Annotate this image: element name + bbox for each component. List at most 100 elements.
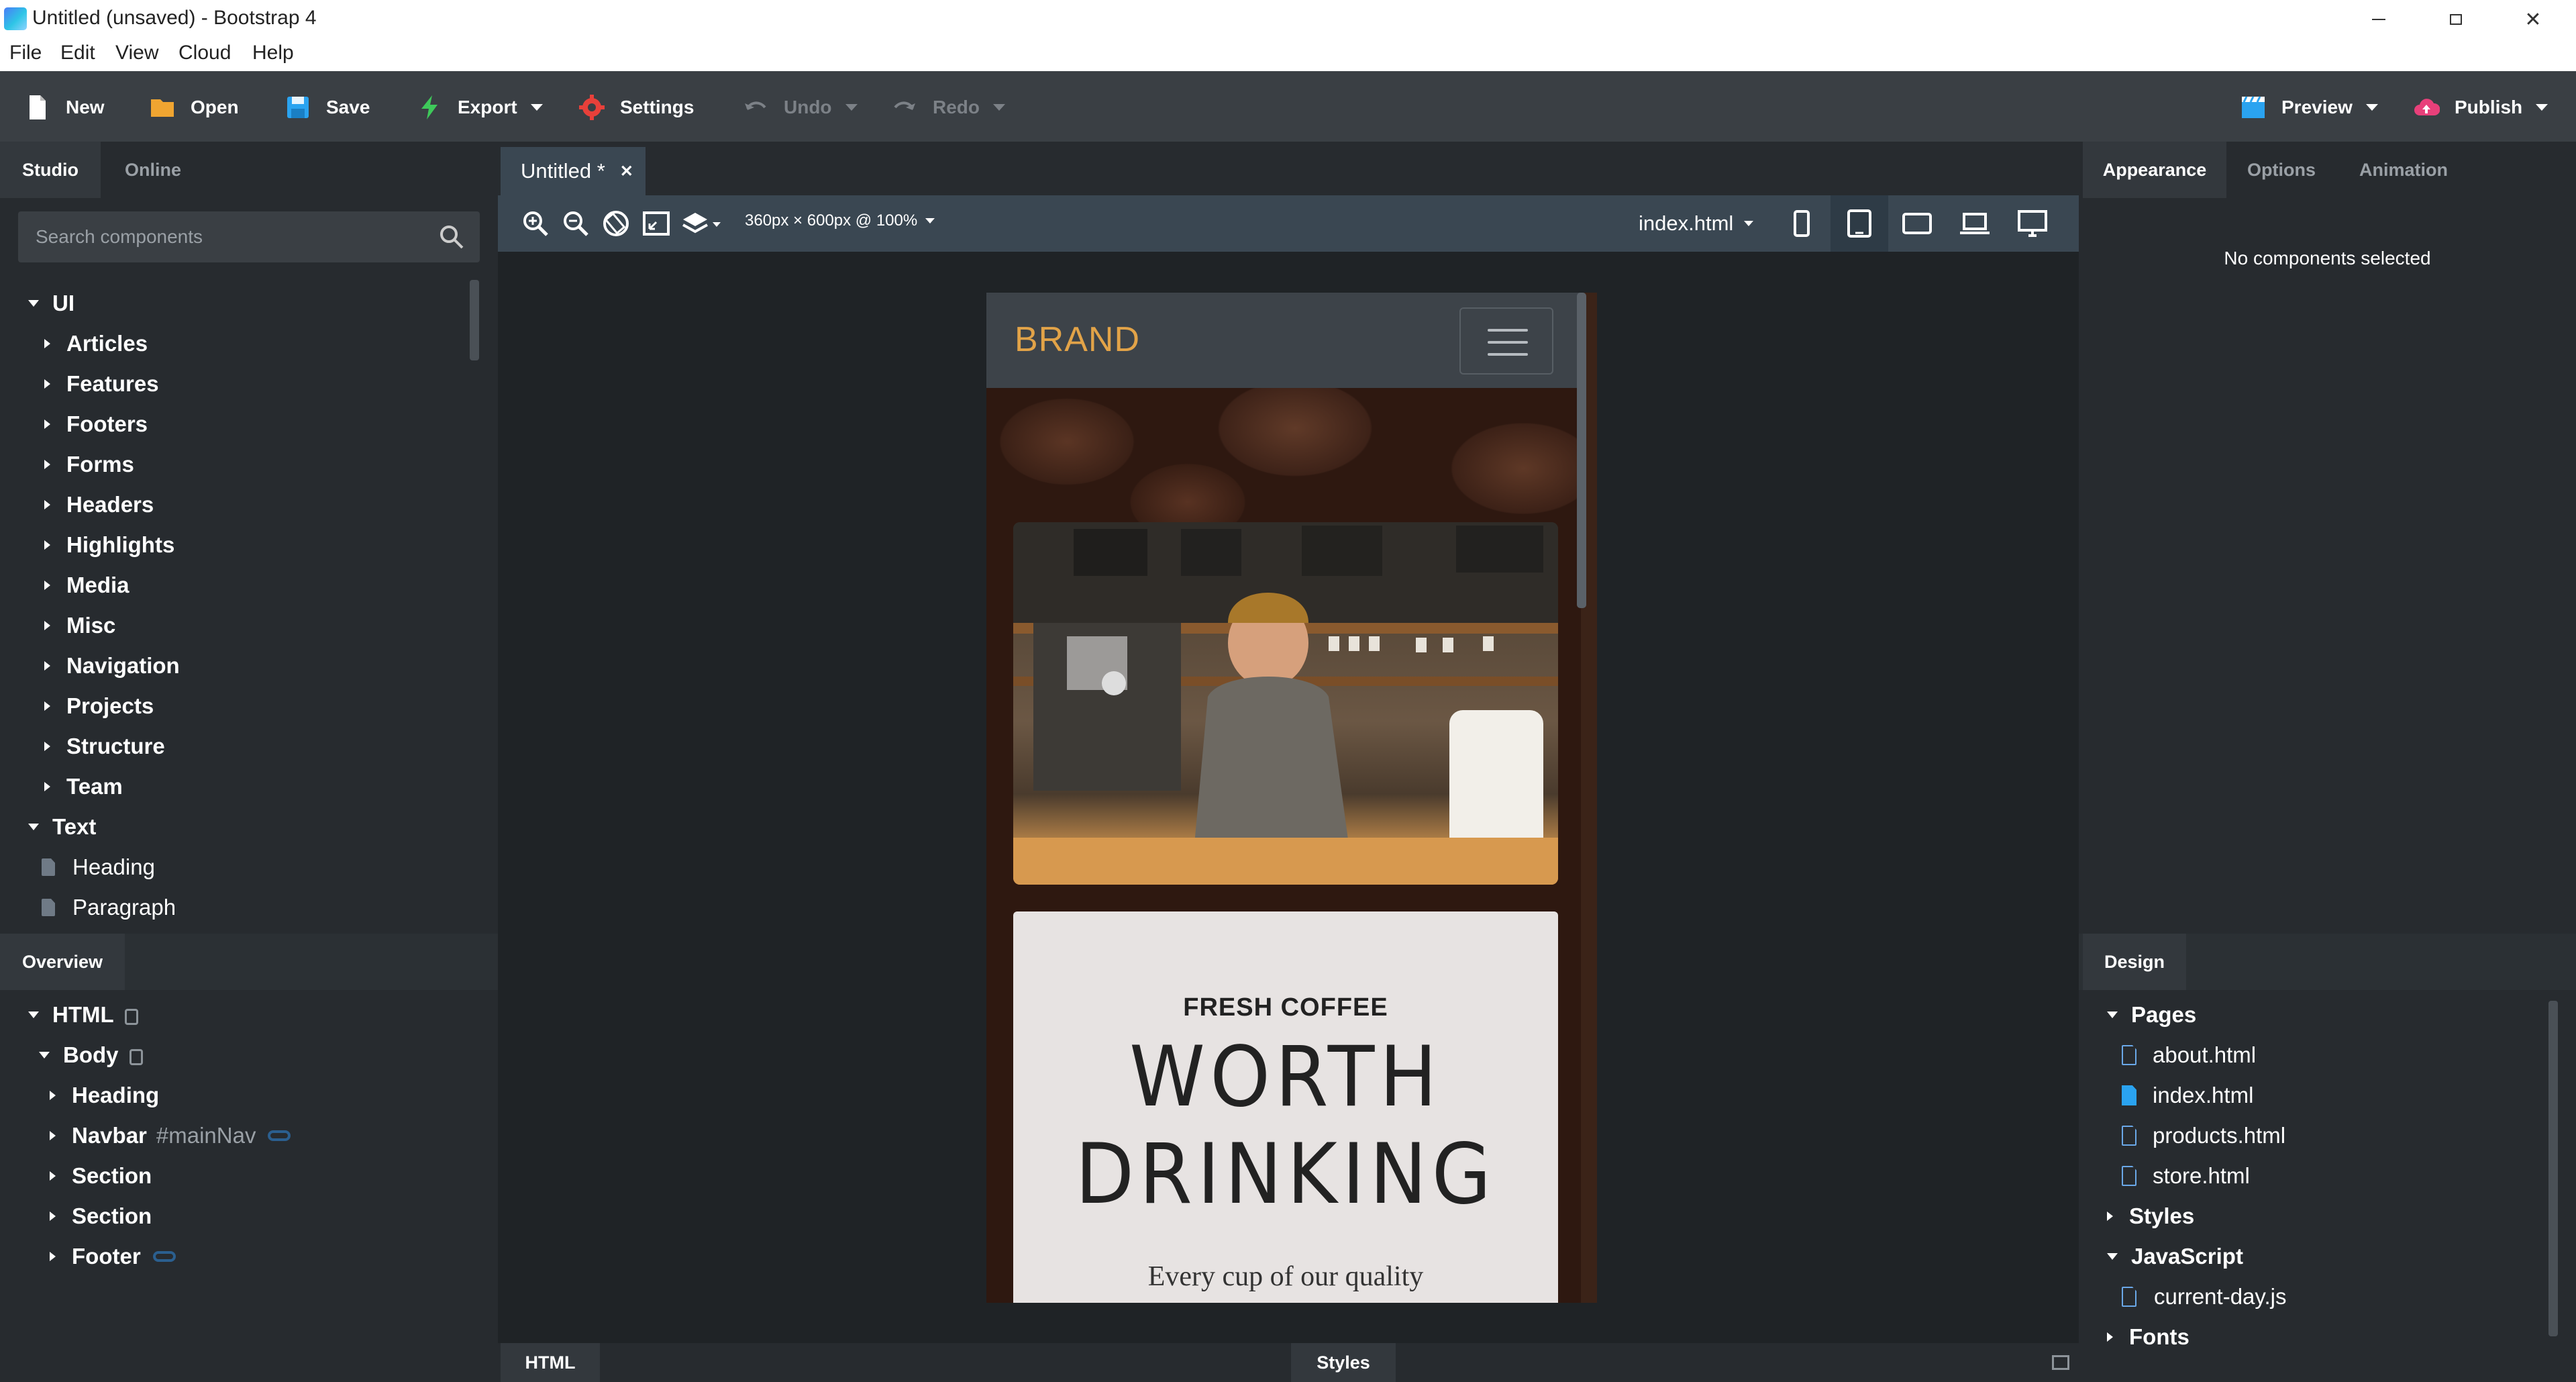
document-tabs: Untitled * ✕ [498, 142, 2079, 195]
category-articles[interactable]: Articles [44, 331, 148, 356]
device-tablet-button[interactable] [1831, 195, 1888, 252]
restore-button[interactable] [2419, 0, 2493, 39]
canvas-size-select[interactable]: 360px × 600px @ 100% [745, 211, 935, 230]
caret-right-icon [44, 742, 50, 751]
redo-button[interactable]: Redo [891, 89, 1005, 126]
design-pages[interactable]: Pages [2107, 1002, 2196, 1028]
page-file-icon [2122, 1126, 2136, 1146]
tab-untitled[interactable]: Untitled * ✕ [501, 147, 646, 195]
category-navigation[interactable]: Navigation [44, 653, 180, 679]
menu-file[interactable]: File [9, 42, 42, 64]
maximize-panel-icon[interactable] [2052, 1355, 2069, 1370]
close-window-button[interactable]: ✕ [2496, 0, 2570, 39]
overview-html[interactable]: HTML [28, 1002, 138, 1028]
zoom-out-icon[interactable] [561, 209, 590, 238]
category-projects[interactable]: Projects [44, 693, 154, 719]
device-phone-button[interactable] [1773, 195, 1831, 252]
search-input[interactable] [36, 211, 411, 262]
chevron-down-icon [1744, 221, 1754, 226]
close-tab-icon[interactable]: ✕ [620, 162, 633, 181]
overview-header: Overview [0, 934, 498, 990]
search-icon[interactable] [438, 224, 465, 254]
category-highlights[interactable]: Highlights [44, 532, 174, 558]
chevron-down-icon [993, 104, 1005, 111]
hamburger-menu-icon[interactable] [1459, 307, 1553, 375]
tab-appearance[interactable]: Appearance [2083, 142, 2226, 198]
zoom-in-icon[interactable] [521, 209, 550, 238]
hero-headline-1: WORTH [1129, 1029, 1442, 1126]
tab-studio[interactable]: Studio [0, 142, 101, 198]
export-button[interactable]: Export [416, 89, 543, 126]
category-headers[interactable]: Headers [44, 492, 154, 517]
redo-label: Redo [933, 97, 980, 117]
overview-navbar[interactable]: Navbar #mainNav [50, 1123, 291, 1148]
category-forms[interactable]: Forms [44, 452, 134, 477]
menu-edit[interactable]: Edit [60, 42, 95, 64]
save-button[interactable]: Save [285, 89, 370, 126]
overview-section[interactable]: Section [50, 1203, 152, 1229]
device-laptop-button[interactable] [1946, 195, 2004, 252]
tree-text[interactable]: Text [28, 814, 96, 840]
chevron-down-icon [925, 218, 935, 224]
caret-right-icon [50, 1131, 56, 1140]
category-features[interactable]: Features [44, 371, 159, 397]
category-team[interactable]: Team [44, 774, 123, 799]
page-store[interactable]: store.html [2122, 1163, 2250, 1189]
overview-heading[interactable]: Heading [50, 1083, 159, 1108]
rotate-icon[interactable] [601, 209, 631, 238]
preview-brand[interactable]: BRAND [1015, 319, 1140, 360]
open-button[interactable]: Open [149, 89, 239, 126]
caret-down-icon [28, 824, 39, 830]
minimize-button[interactable] [2342, 0, 2416, 39]
category-misc[interactable]: Misc [44, 613, 115, 638]
cafe-scene-image [1013, 522, 1558, 885]
menu-view[interactable]: View [115, 42, 158, 64]
hero-tagline: Every cup of our quality [1147, 1261, 1424, 1292]
category-footers[interactable]: Footers [44, 411, 148, 437]
tree-ui[interactable]: UI [28, 291, 74, 316]
tab-html[interactable]: HTML [501, 1343, 600, 1382]
device-preview[interactable]: BRAND FRESH COFFEE WORTH DRINKING Every … [986, 293, 1597, 1303]
chevron-down-icon [530, 104, 543, 111]
layers-icon[interactable] [682, 209, 722, 238]
design-fonts[interactable]: Fonts [2107, 1324, 2189, 1350]
device-desktop-button[interactable] [2004, 195, 2061, 252]
design-javascript[interactable]: JavaScript [2107, 1244, 2243, 1269]
design-scrollbar[interactable] [2548, 1001, 2558, 1336]
menu-cloud[interactable]: Cloud [178, 42, 231, 64]
publish-button[interactable]: Publish [2413, 89, 2548, 126]
page-about[interactable]: about.html [2122, 1042, 2256, 1068]
overview-footer[interactable]: Footer [50, 1244, 176, 1269]
preview-button[interactable]: Preview [2240, 89, 2378, 126]
tab-styles[interactable]: Styles [1291, 1343, 1396, 1382]
overview-section[interactable]: Section [50, 1163, 152, 1189]
tab-design[interactable]: Design [2083, 934, 2186, 990]
menu-help[interactable]: Help [252, 42, 294, 64]
caret-down-icon [28, 1011, 39, 1018]
preview-scrollbar[interactable] [1577, 293, 1586, 608]
page-products[interactable]: products.html [2122, 1123, 2285, 1148]
new-button[interactable]: New [24, 89, 105, 126]
design-styles[interactable]: Styles [2107, 1203, 2194, 1229]
caret-down-icon [2107, 1253, 2118, 1260]
tab-online[interactable]: Online [101, 142, 205, 198]
caret-right-icon [2107, 1332, 2113, 1342]
preview-navbar[interactable]: BRAND [986, 293, 1581, 388]
lock-icon [129, 1049, 143, 1065]
fit-screen-icon[interactable] [641, 209, 671, 238]
component-heading[interactable]: Heading [42, 854, 155, 880]
settings-button[interactable]: Settings [578, 89, 694, 126]
undo-button[interactable]: Undo [742, 89, 858, 126]
components-scrollbar[interactable] [470, 280, 479, 360]
device-tablet-landscape-button[interactable] [1888, 195, 1946, 252]
script-file[interactable]: current-day.js [2122, 1284, 2286, 1310]
component-paragraph[interactable]: Paragraph [42, 895, 176, 920]
category-media[interactable]: Media [44, 573, 130, 598]
page-index[interactable]: index.html [2122, 1083, 2253, 1108]
overview-body[interactable]: Body [39, 1042, 143, 1068]
tab-options[interactable]: Options [2228, 142, 2335, 198]
tab-overview[interactable]: Overview [0, 934, 125, 990]
tab-animation[interactable]: Animation [2338, 142, 2469, 198]
category-structure[interactable]: Structure [44, 734, 165, 759]
page-select[interactable]: index.html [1639, 209, 1754, 238]
